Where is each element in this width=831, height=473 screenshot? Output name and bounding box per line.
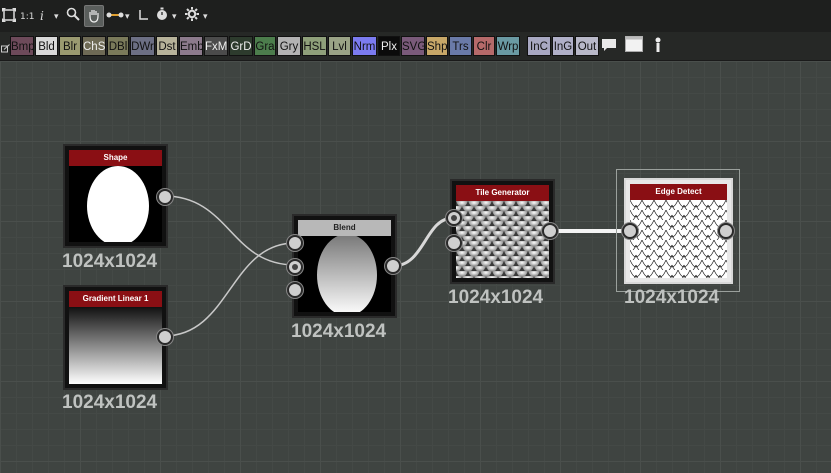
blend-output-port[interactable] <box>385 258 401 274</box>
gradient-linear-node[interactable]: Gradient Linear 1 <box>63 285 168 390</box>
gradient-output-port[interactable] <box>157 329 173 345</box>
node-preview <box>298 236 391 312</box>
node-title: Tile Generator <box>456 185 549 201</box>
node-preview <box>630 200 727 278</box>
node-resolution: 1024x1024 <box>291 321 387 342</box>
node-resolution: 1024x1024 <box>62 392 158 413</box>
wire-blend-to-tile[interactable] <box>392 216 454 268</box>
node-title: Shape <box>69 150 162 166</box>
blend-foreground-input-port[interactable] <box>287 235 303 251</box>
wire-shape-to-blend[interactable] <box>163 195 296 266</box>
edge-input-port[interactable] <box>622 223 638 239</box>
node-title: Edge Detect <box>630 184 727 200</box>
node-title: Blend <box>298 220 391 236</box>
shape-node[interactable]: Shape <box>63 144 168 248</box>
tile-pattern-input-port[interactable] <box>446 210 462 226</box>
node-resolution: 1024x1024 <box>62 251 158 272</box>
node-resolution: 1024x1024 <box>448 287 544 308</box>
tile-output-port[interactable] <box>542 223 558 239</box>
wire-gradient-to-blend[interactable] <box>163 242 296 337</box>
shape-output-port[interactable] <box>157 189 173 205</box>
blend-node[interactable]: Blend <box>292 214 397 318</box>
edge-output-port[interactable] <box>718 223 734 239</box>
tile-background-input-port[interactable] <box>446 235 462 251</box>
node-title: Gradient Linear 1 <box>69 291 162 307</box>
node-preview <box>456 201 549 278</box>
node-preview <box>69 307 162 384</box>
node-resolution: 1024x1024 <box>624 287 720 308</box>
edge-detect-node[interactable]: Edge Detect <box>624 178 733 284</box>
blend-background-input-port[interactable] <box>287 259 303 275</box>
blend-mask-input-port[interactable] <box>287 282 303 298</box>
tile-generator-node[interactable]: Tile Generator <box>450 179 555 284</box>
node-preview <box>69 166 162 242</box>
